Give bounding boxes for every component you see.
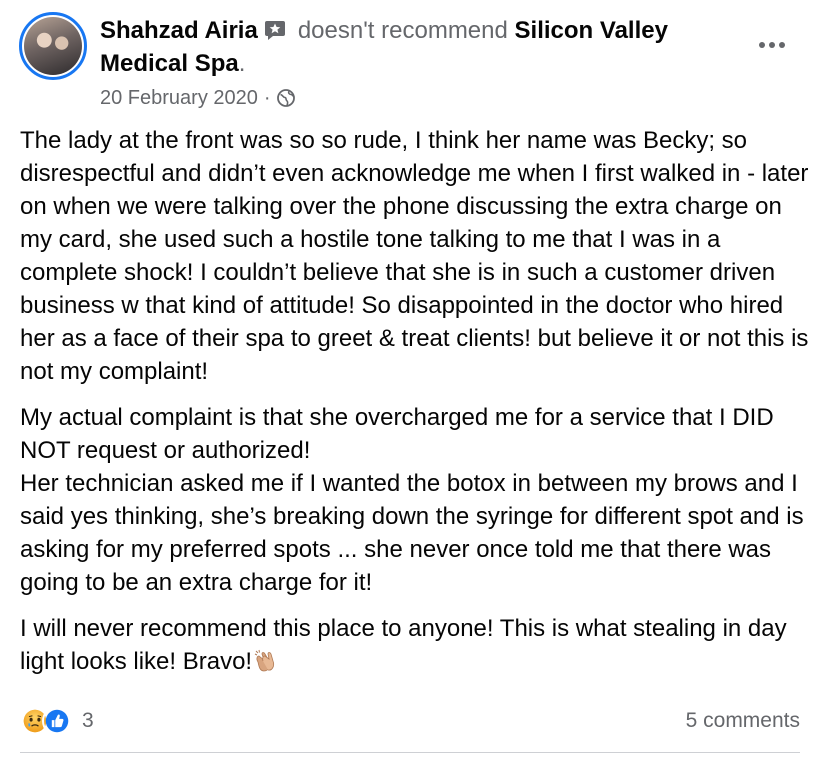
paragraph: My actual complaint is that she overchar… xyxy=(20,404,774,464)
like-reaction-icon xyxy=(42,706,72,736)
avatar-photo xyxy=(24,17,82,75)
star-badge-icon xyxy=(264,21,285,40)
post-body: The lady at the front was so so rude, I … xyxy=(20,124,810,691)
recommendation-status: doesn't recommend xyxy=(297,17,508,44)
more-dot xyxy=(759,42,765,48)
post-meta: 20 February 2020 · xyxy=(100,85,295,111)
reaction-summary[interactable]: 3 xyxy=(20,706,94,736)
more-dot xyxy=(779,42,785,48)
globe-icon xyxy=(276,89,295,107)
clapping-hands-icon xyxy=(254,649,275,672)
paragraph: The lady at the front was so so rude, I … xyxy=(20,127,809,385)
paragraph-text: I will never recommend this place to any… xyxy=(20,615,787,675)
review-post: Shahzad Airia doesn't recommend Silicon … xyxy=(0,0,816,757)
reaction-count: 3 xyxy=(82,709,94,732)
post-footer: 3 5 comments xyxy=(20,703,800,739)
author-name[interactable]: Shahzad Airia xyxy=(100,17,258,44)
author-avatar[interactable] xyxy=(19,12,87,80)
more-dot xyxy=(769,42,775,48)
footer-divider xyxy=(20,752,800,753)
paragraph: Her technician asked me if I wanted the … xyxy=(20,470,804,596)
post-date[interactable]: 20 February 2020 xyxy=(100,85,258,111)
date-separator: · xyxy=(263,87,271,109)
page-name-suffix: . xyxy=(238,50,246,77)
post-header: Shahzad Airia doesn't recommend Silicon … xyxy=(100,14,740,80)
comments-count-link[interactable]: 5 comments xyxy=(686,709,800,733)
paragraph-last: I will never recommend this place to any… xyxy=(20,612,810,678)
more-options-button[interactable] xyxy=(752,30,792,60)
